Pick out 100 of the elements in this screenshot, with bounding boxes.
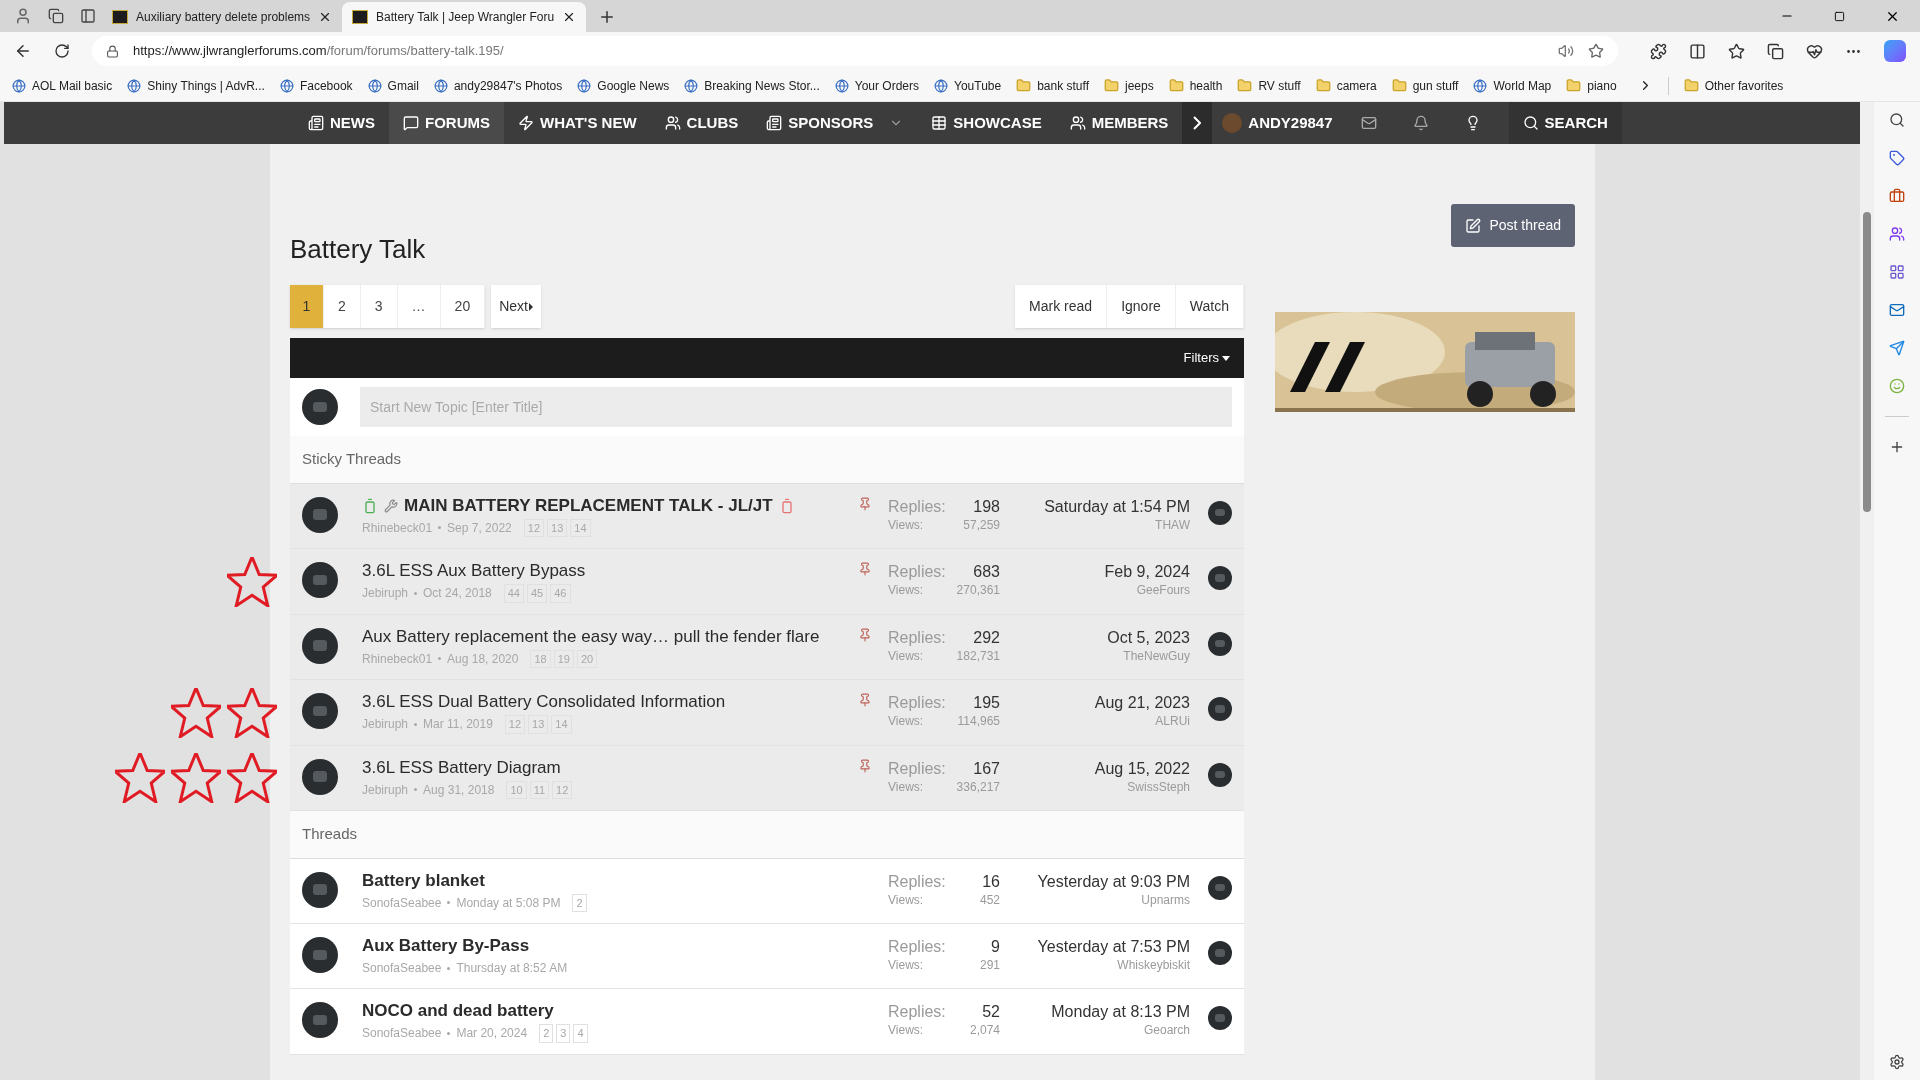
nav-tab[interactable]: SPONSORS <box>752 102 918 144</box>
action-button[interactable]: Mark read <box>1015 285 1108 328</box>
thread-row[interactable]: 3.6L ESS Aux Battery Bypass Jebiruph Oct 24, 2018 44 45 46 Replies: 683 Views: 270,361 Feb 9, 2024 GeeFours <box>290 549 1244 615</box>
bookmark-link[interactable]: Your Orders <box>854 76 919 95</box>
page-link[interactable]: … <box>397 285 441 328</box>
add-icon[interactable] <box>1889 439 1905 455</box>
action-button[interactable]: Watch <box>1175 285 1244 328</box>
bookmark-link[interactable]: gun stuff <box>1412 76 1459 95</box>
last-post-date[interactable]: Saturday at 1:54 PM <box>1000 496 1190 517</box>
briefcase-icon[interactable] <box>1889 188 1905 204</box>
globe-icon[interactable] <box>367 78 382 93</box>
bookmark-link[interactable]: Other favorites <box>1704 76 1784 95</box>
favorite-star-icon[interactable] <box>1588 43 1604 59</box>
browser-tab[interactable]: Battery Talk | Jeep Wrangler Foru <box>342 2 587 32</box>
last-post-date[interactable]: Yesterday at 9:03 PM <box>1000 871 1190 892</box>
globe-icon[interactable] <box>577 78 592 93</box>
more-nav-button[interactable] <box>1182 102 1213 144</box>
profile-icon[interactable] <box>14 7 32 25</box>
new-topic-field[interactable]: Start New Topic [Enter Title] <box>360 387 1232 427</box>
globe-icon[interactable] <box>934 78 948 93</box>
copilot-icon[interactable] <box>1884 40 1906 62</box>
workspaces-icon[interactable] <box>48 8 64 24</box>
page-link[interactable]: 1 <box>290 285 324 328</box>
search-icon[interactable] <box>1889 112 1905 128</box>
bookmark-link[interactable]: RV stuff <box>1258 76 1301 95</box>
scrollbar-thumb[interactable] <box>1863 212 1871 512</box>
nav-tab[interactable]: NEWS <box>294 102 389 144</box>
bookmark-link[interactable]: jeeps <box>1125 76 1154 95</box>
thread-row[interactable]: 3.6L ESS Battery Diagram Jebiruph Aug 31, 2018 10 11 12 Replies: 167 Views: 336,217 Aug 15, 2022 SwissSteph <box>290 745 1244 811</box>
thread-row[interactable]: Battery blanket SonofaSeabee Monday at 5:08 PM 2 Replies: 16 Views: 452 Yesterday at 9:03 PM Upnarms <box>290 858 1244 924</box>
filters-button[interactable]: Filters <box>1183 348 1230 368</box>
nav-tab[interactable]: CLUBS <box>650 102 753 144</box>
globe-icon[interactable] <box>279 78 294 93</box>
nav-tab[interactable]: WHAT'S NEW <box>504 102 651 144</box>
extensions-icon[interactable] <box>1650 42 1667 60</box>
last-post-date[interactable]: Oct 5, 2023 <box>1000 627 1190 648</box>
globe-icon[interactable] <box>433 78 448 93</box>
back-icon[interactable] <box>14 42 32 60</box>
thread-title[interactable]: NOCO and dead battery <box>362 1000 554 1022</box>
favorites-icon[interactable] <box>1728 42 1745 60</box>
mail-icon[interactable] <box>1889 302 1905 318</box>
thread-row[interactable]: 3.6L ESS Dual Battery Consolidated Information Jebiruph Mar 11, 2019 12 13 14 Replies: 195 Views: 114,965 Aug 21, 2023 ALRUi <box>290 680 1244 746</box>
search-button[interactable]: SEARCH <box>1508 102 1622 144</box>
bell-icon[interactable] <box>1412 115 1429 131</box>
settings-icon[interactable] <box>1889 1054 1905 1070</box>
bookmark-link[interactable]: Shiny Things | AdvR... <box>147 76 265 95</box>
globe-icon[interactable] <box>834 78 849 93</box>
browser-tab[interactable]: Auxiliary battery delete problems <box>102 2 343 32</box>
bookmark-link[interactable]: health <box>1189 76 1223 95</box>
bookmark-link[interactable]: AOL Mail basic <box>32 76 113 95</box>
bookmark-link[interactable]: Gmail <box>387 76 419 95</box>
address-bar[interactable]: https://www.jlwranglerforums.com/forum/forums/battery-talk.195/ <box>92 36 1618 66</box>
bookmark-link[interactable]: camera <box>1336 76 1377 95</box>
thread-title[interactable]: Aux Battery replacement the easy way… pull the fender flare <box>362 625 820 648</box>
post-thread-button[interactable]: Post thread <box>1451 204 1575 247</box>
thread-row[interactable]: Aux Battery replacement the easy way… pull the fender flare Rhinebeck01 Aug 18, 2020 18 19 20 Replies: 292 Views: 182,731 Oct 5, 2023 TheNewGuy <box>290 614 1244 680</box>
globe-icon[interactable] <box>1473 78 1488 93</box>
nav-tab[interactable]: FORUMS <box>389 102 504 144</box>
collections-icon[interactable] <box>1767 42 1784 60</box>
user-menu[interactable]: ANDY29847 <box>1212 102 1343 144</box>
bookmark-link[interactable]: piano <box>1587 76 1617 95</box>
bookmark-link[interactable]: Facebook <box>299 76 353 95</box>
page-link[interactable]: 20 <box>440 285 486 328</box>
bookmark-link[interactable]: Google News <box>597 76 670 95</box>
mail-icon[interactable] <box>1360 115 1377 131</box>
globe-icon[interactable] <box>12 78 26 93</box>
page-link[interactable]: 3 <box>360 285 398 328</box>
globe-icon[interactable] <box>127 78 142 93</box>
split-screen-icon[interactable] <box>1689 42 1706 60</box>
bookmark-link[interactable]: YouTube <box>954 76 1002 95</box>
reload-icon[interactable] <box>54 43 70 59</box>
restore-icon[interactable] <box>1834 10 1845 22</box>
next-button[interactable]: Next <box>491 285 541 328</box>
thread-title[interactable]: Aux Battery By-Pass <box>362 935 530 957</box>
nav-tab[interactable]: MEMBERS <box>1055 102 1183 144</box>
globe-icon[interactable] <box>684 78 699 93</box>
tab-actions-icon[interactable] <box>80 8 96 24</box>
last-post-date[interactable]: Aug 21, 2023 <box>1000 693 1190 713</box>
last-post-date[interactable]: Aug 15, 2022 <box>1000 758 1190 779</box>
bookmark-link[interactable]: Breaking News Stor... <box>704 76 820 95</box>
page-link[interactable]: 2 <box>324 285 361 328</box>
thread-title[interactable]: 3.6L ESS Battery Diagram <box>362 756 561 779</box>
thread-title[interactable]: 3.6L ESS Dual Battery Consolidated Information <box>362 691 726 713</box>
health-icon[interactable] <box>1806 42 1823 60</box>
last-post-date[interactable]: Monday at 8:13 PM <box>1000 1002 1190 1022</box>
read-aloud-icon[interactable] <box>1558 43 1574 59</box>
thread-row[interactable]: NOCO and dead battery SonofaSeabee Mar 20, 2024 2 3 4 Replies: 52 Views: 2,074 Monday at 8:13 PM Geoarch <box>290 989 1244 1055</box>
thread-title[interactable]: Battery blanket <box>362 869 485 892</box>
people-icon[interactable] <box>1889 226 1905 242</box>
send-icon[interactable] <box>1889 340 1905 356</box>
last-post-date[interactable]: Feb 9, 2024 <box>1000 562 1190 582</box>
action-button[interactable]: Ignore <box>1107 285 1176 328</box>
apps-icon[interactable] <box>1889 264 1905 280</box>
thread-row[interactable]: MAIN BATTERY REPLACEMENT TALK - JL/JT Rhinebeck01 Sep 7, 2022 12 13 14 Replies: 198 Views: 57,259 Saturday at 1:54 PM THAW <box>290 483 1244 549</box>
bookmark-link[interactable]: bank stuff <box>1037 76 1089 95</box>
nav-tab[interactable]: SHOWCASE <box>917 102 1056 144</box>
thread-title[interactable]: MAIN BATTERY REPLACEMENT TALK - JL/JT <box>404 494 773 517</box>
thread-row[interactable]: Aux Battery By-Pass SonofaSeabee Thursday at 8:52 AM Replies: 9 Views: 291 Yesterday at 7:53 PM Whiskeybiskit <box>290 924 1244 989</box>
tag-icon[interactable] <box>1889 150 1905 166</box>
last-post-date[interactable]: Yesterday at 7:53 PM <box>1000 937 1190 957</box>
